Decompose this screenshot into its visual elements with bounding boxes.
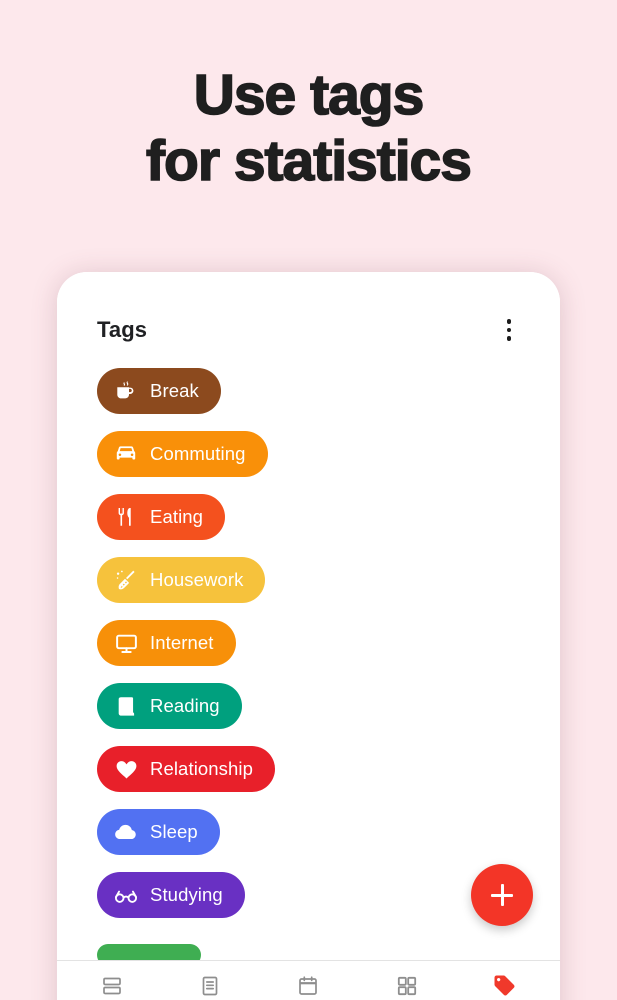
blocks-icon: [394, 973, 420, 999]
promo-headline: Use tags for statistics: [0, 62, 617, 194]
tag-label: Commuting: [150, 443, 246, 464]
tag-item-sleep[interactable]: Sleep: [97, 809, 220, 855]
tag-item-internet[interactable]: Internet: [97, 620, 236, 666]
tag-item-eating[interactable]: Eating: [97, 494, 226, 540]
app-screen: Tags Break Commuting Eating Housework In…: [57, 272, 560, 1000]
headline-line-1: Use tags: [193, 62, 425, 128]
tag-label: Housework: [150, 569, 244, 590]
nav-item-tags[interactable]: Tags: [459, 973, 551, 1000]
tag-label: Sleep: [150, 821, 198, 842]
calendar-icon: [295, 973, 321, 999]
plus-icon: [491, 884, 513, 906]
tag-list: Break Commuting Eating Housework Interne…: [57, 368, 560, 918]
tag-item-housework[interactable]: Housework: [97, 557, 266, 603]
broom-icon: [113, 567, 139, 593]
nav-item-schedule[interactable]: Schedule: [66, 973, 158, 1000]
add-tag-button[interactable]: [471, 864, 533, 926]
tag-label: Reading: [150, 695, 220, 716]
tag-item-relationship[interactable]: Relationship: [97, 746, 276, 792]
cloud-icon: [113, 819, 139, 845]
tag-item-commuting[interactable]: Commuting: [97, 431, 268, 477]
page-title: Tags: [97, 317, 148, 342]
tag-icon: [492, 973, 518, 999]
headline-line-2: for statistics: [145, 128, 473, 194]
dot: [506, 319, 512, 324]
dot: [506, 327, 512, 333]
tag-label: Studying: [150, 884, 223, 905]
tag-label: Relationship: [150, 758, 254, 779]
heart-icon: [113, 756, 139, 782]
bottom-navigation: Schedule Templates: [57, 960, 560, 1000]
more-vertical-icon[interactable]: [496, 315, 522, 345]
phone-mockup: Tags Break Commuting Eating Housework In…: [57, 272, 560, 1000]
tag-label: Eating: [150, 506, 204, 527]
tag-item-break[interactable]: Break: [97, 368, 221, 414]
nav-item-calendar[interactable]: Calendar: [262, 973, 354, 1000]
templates-icon: [197, 973, 223, 999]
monitor-icon: [113, 630, 139, 656]
book-icon: [113, 693, 139, 719]
tag-label: Internet: [150, 632, 214, 653]
tag-item-reading[interactable]: Reading: [97, 683, 242, 729]
fork-knife-icon: [113, 504, 139, 530]
glasses-icon: [113, 882, 139, 908]
coffee-cup-icon: [113, 378, 139, 404]
car-icon: [113, 441, 139, 467]
schedule-icon: [99, 973, 125, 999]
tag-item-studying[interactable]: Studying: [97, 872, 245, 918]
tag-label: Break: [150, 380, 199, 401]
dot: [506, 336, 512, 341]
nav-item-templates[interactable]: Templates: [164, 973, 256, 1000]
nav-item-blocks[interactable]: Blocks: [361, 973, 453, 1000]
app-bar: Tags: [57, 310, 560, 350]
